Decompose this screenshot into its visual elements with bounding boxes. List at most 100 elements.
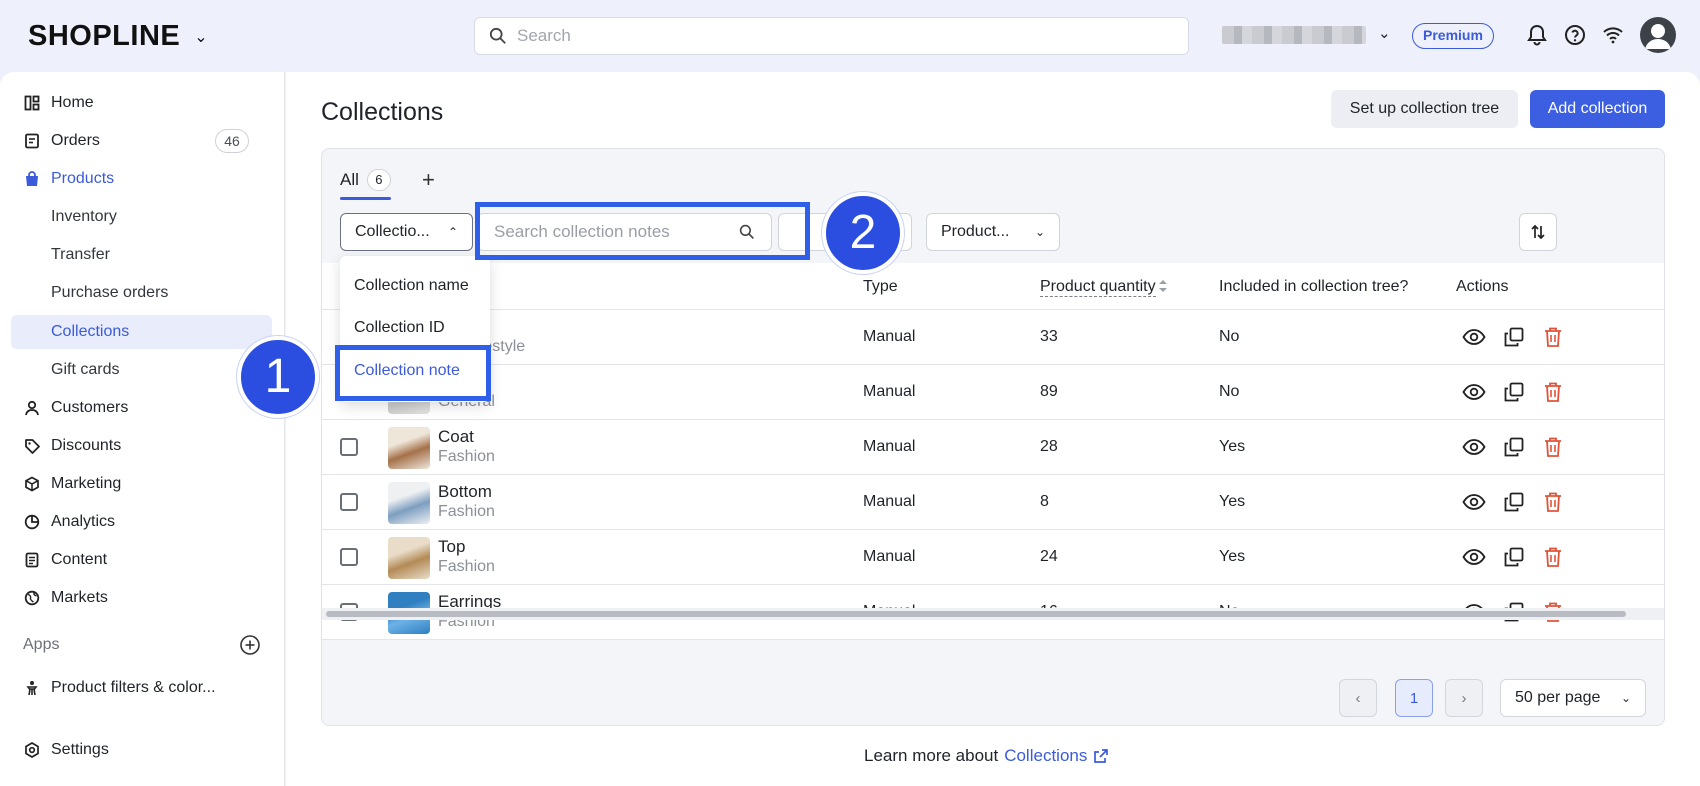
sidebar: Home Orders 46 Products Inventory Transf…	[0, 72, 285, 786]
collection-name[interactable]: Coat	[438, 427, 474, 447]
row-checkbox[interactable]	[340, 438, 358, 456]
view-eye-icon[interactable]	[1461, 489, 1487, 515]
sidebar-item-collections[interactable]: Collections	[11, 315, 272, 349]
sidebar-item-label: Purchase orders	[51, 284, 169, 301]
tab-all[interactable]: All 6	[340, 169, 391, 191]
person-icon	[23, 399, 41, 417]
sidebar-item-gift-cards[interactable]: Gift cards	[11, 353, 272, 387]
header-product-quantity[interactable]: Product quantity	[1040, 278, 1156, 297]
table-row[interactable]: ...ure ...& Lifestyle Manual 33 No	[322, 310, 1664, 365]
chevron-down-icon: ⌄	[1034, 225, 1045, 239]
collection-type: Manual	[863, 383, 916, 400]
search-field-select-value: Collectio...	[355, 223, 430, 240]
help-icon[interactable]	[1562, 22, 1588, 48]
delete-trash-icon[interactable]	[1540, 544, 1566, 570]
sidebar-item-product-filters[interactable]: Product filters & color...	[11, 671, 272, 705]
sidebar-item-settings[interactable]: Settings	[11, 733, 272, 767]
table-row[interactable]: Coat Fashion Manual 28 Yes	[322, 420, 1664, 475]
view-eye-icon[interactable]	[1461, 434, 1487, 460]
cube-icon	[23, 475, 41, 493]
delete-trash-icon[interactable]	[1540, 489, 1566, 515]
product-quantity: 24	[1040, 548, 1058, 565]
product-quantity: 28	[1040, 438, 1058, 455]
add-app-icon[interactable]	[239, 634, 261, 656]
duplicate-icon[interactable]	[1501, 324, 1527, 350]
table-row[interactable]: General Manual 89 No	[322, 365, 1664, 420]
per-page-select[interactable]: 50 per page ⌄	[1500, 679, 1646, 717]
search-field-select[interactable]: Collectio... ⌃	[340, 213, 473, 251]
table-row[interactable]: Top Fashion Manual 24 Yes	[322, 530, 1664, 585]
duplicate-icon[interactable]	[1501, 544, 1527, 570]
option-collection-id[interactable]: Collection ID	[354, 319, 445, 337]
sidebar-item-analytics[interactable]: Analytics	[11, 505, 272, 539]
previous-page-button[interactable]: ‹	[1339, 679, 1377, 717]
shopline-logo[interactable]: SHOPLINE ⌄	[28, 20, 208, 53]
included-in-tree: No	[1219, 383, 1240, 400]
chevron-down-icon[interactable]: ⌄	[1378, 24, 1391, 42]
horizontal-scrollbar[interactable]	[326, 611, 1626, 617]
view-eye-icon[interactable]	[1461, 544, 1487, 570]
option-collection-name[interactable]: Collection name	[354, 277, 469, 295]
view-eye-icon[interactable]	[1461, 379, 1487, 405]
chevron-down-icon[interactable]: ⌄	[194, 27, 208, 47]
next-page-button[interactable]: ›	[1445, 679, 1483, 717]
collection-type: Manual	[863, 438, 916, 455]
sidebar-item-discounts[interactable]: Discounts	[11, 429, 272, 463]
current-page-button[interactable]: 1	[1395, 679, 1433, 717]
sort-button[interactable]	[1519, 213, 1557, 251]
sidebar-item-content[interactable]: Content	[11, 543, 272, 577]
sidebar-item-marketing[interactable]: Marketing	[11, 467, 272, 501]
sidebar-item-label: Settings	[51, 741, 109, 758]
included-in-tree: Yes	[1219, 438, 1246, 455]
avatar[interactable]	[1640, 17, 1676, 53]
sidebar-item-inventory[interactable]: Inventory	[11, 200, 272, 234]
sidebar-item-label: Content	[51, 551, 108, 568]
table-row[interactable]: Bottom Fashion Manual 8 Yes	[322, 475, 1664, 530]
collection-thumbnail	[388, 427, 430, 469]
home-icon	[23, 94, 41, 112]
included-in-tree: Yes	[1219, 548, 1246, 565]
add-view-button[interactable]: +	[422, 167, 435, 193]
search-icon	[489, 27, 506, 44]
row-checkbox[interactable]	[340, 548, 358, 566]
global-search[interactable]	[474, 17, 1189, 55]
bell-icon[interactable]	[1524, 22, 1550, 48]
collections-help-link[interactable]: Collections	[1004, 746, 1087, 766]
set-up-collection-tree-button[interactable]: Set up collection tree	[1331, 90, 1518, 128]
account-name-blurred[interactable]	[1222, 26, 1366, 44]
step-2-marker: 2	[822, 192, 904, 274]
apps-header: Apps	[23, 636, 60, 653]
global-search-input[interactable]	[517, 26, 1117, 46]
learn-more: Learn more about Collections	[864, 746, 1109, 766]
row-checkbox[interactable]	[340, 493, 358, 511]
sidebar-item-orders[interactable]: Orders 46	[11, 124, 272, 158]
duplicate-icon[interactable]	[1501, 434, 1527, 460]
delete-trash-icon[interactable]	[1540, 434, 1566, 460]
sidebar-item-markets[interactable]: Markets	[11, 581, 272, 615]
collection-category: Fashion	[438, 503, 495, 520]
per-page-value: 50 per page	[1515, 689, 1601, 706]
collection-name[interactable]: Bottom	[438, 482, 492, 502]
wifi-icon[interactable]	[1600, 22, 1626, 48]
products-bag-icon	[23, 170, 41, 188]
delete-trash-icon[interactable]	[1540, 379, 1566, 405]
sidebar-item-purchase-orders[interactable]: Purchase orders	[11, 276, 272, 310]
sidebar-item-customers[interactable]: Customers	[11, 391, 272, 425]
add-collection-button[interactable]: Add collection	[1530, 90, 1665, 128]
duplicate-icon[interactable]	[1501, 379, 1527, 405]
sidebar-item-home[interactable]: Home	[11, 86, 272, 120]
top-bar: SHOPLINE ⌄ ⌄ Premium	[0, 0, 1700, 72]
external-link-icon[interactable]	[1093, 748, 1109, 764]
chart-icon	[23, 513, 41, 531]
collection-name[interactable]: Top	[438, 537, 465, 557]
main-content: Collections Set up collection tree Add c…	[286, 72, 1700, 786]
orders-icon	[23, 132, 41, 150]
view-eye-icon[interactable]	[1461, 324, 1487, 350]
sidebar-item-products[interactable]: Products	[11, 162, 272, 196]
product-filter[interactable]: Product... ⌄	[926, 213, 1060, 251]
delete-trash-icon[interactable]	[1540, 324, 1566, 350]
sidebar-item-label: Orders	[51, 132, 100, 149]
sort-toggle-icon[interactable]	[1158, 278, 1168, 299]
sidebar-item-transfer[interactable]: Transfer	[11, 238, 272, 272]
duplicate-icon[interactable]	[1501, 489, 1527, 515]
